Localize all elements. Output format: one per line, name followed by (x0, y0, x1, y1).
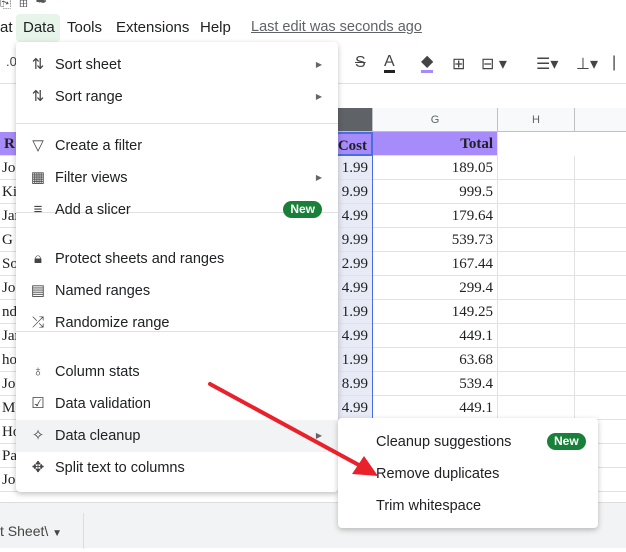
annotation-arrow (208, 382, 378, 476)
